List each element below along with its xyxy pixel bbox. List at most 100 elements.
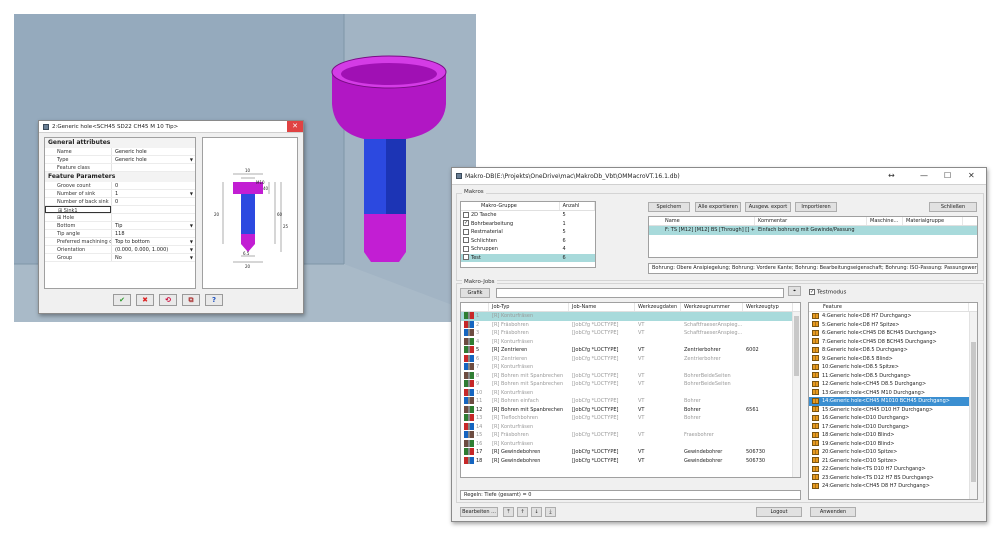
property-value[interactable]: No ▼ — [111, 254, 195, 261]
macro-list[interactable]: Name Kommentar Maschine... Materialgrupp… — [648, 216, 978, 258]
logout-button[interactable]: Logout — [756, 507, 802, 517]
chevron-down-icon[interactable]: ▼ — [190, 238, 193, 245]
feature-list[interactable]: Feature 4:Generic hole<D8 H7 Durchgang> 5… — [808, 302, 978, 500]
reset-button[interactable]: ⟲ — [159, 294, 177, 306]
property-value[interactable]: Tip ▼ — [111, 222, 195, 229]
job-row[interactable]: 6 [R] Zentrieren [JobCfg *LOCTYPE] VT Zentri… — [461, 354, 800, 364]
property-value[interactable]: Top to bottom ▼ — [111, 238, 195, 245]
property-row[interactable]: Name Generic hole — [45, 148, 195, 156]
property-row[interactable]: Type Generic hole ▼ — [45, 156, 195, 164]
ok-button[interactable]: ✔ — [113, 294, 131, 306]
copy-button[interactable]: ⧉ — [182, 294, 200, 306]
job-row[interactable]: 7 [R] Konturfräsen — [461, 363, 800, 372]
col-name[interactable]: Name — [649, 217, 755, 225]
feature-row[interactable]: 12:Generic hole<CH45 D8.5 Durchgang> — [809, 380, 977, 389]
property-row[interactable]: Number of back sink 0 — [45, 198, 195, 206]
property-value[interactable]: 1 ▼ — [111, 190, 195, 197]
col-werkzeugdaten[interactable]: Werkzeugdaten — [635, 303, 681, 311]
feature-row[interactable]: 17:Generic hole<D10 Durchgang> — [809, 423, 977, 432]
feature-row[interactable]: 18:Generic hole<D10 Blind> — [809, 431, 977, 440]
group-checkbox[interactable] — [463, 254, 469, 260]
job-row[interactable]: 10 [R] Konturfräsen — [461, 388, 800, 398]
property-value[interactable] — [111, 206, 195, 213]
hole-dialog[interactable]: 2:Generic hole<SCH45 SD22 CH45 M 10 Tip>… — [38, 120, 304, 314]
feature-row[interactable]: 23:Generic hole<TS D12 H7 BS Durchgang> — [809, 474, 977, 483]
feature-row[interactable]: 10:Generic hole<D8.5 Spitze> — [809, 363, 977, 372]
col-job-typ[interactable]: Job-Typ — [489, 303, 569, 311]
group-checkbox[interactable]: ✓ — [463, 220, 469, 226]
job-row[interactable]: 4 [R] Konturfräsen — [461, 337, 800, 347]
feature-row[interactable]: 20:Generic hole<D10 Spitze> — [809, 448, 977, 457]
col-kommentar[interactable]: Kommentar — [755, 217, 867, 225]
job-row[interactable]: 12 [R] Bohren mit Spanbrechen [JobCfg *LOC… — [461, 405, 800, 415]
property-grid[interactable]: General attributes Name Generic hole Type G… — [44, 137, 196, 289]
group-row[interactable]: 2D Tasche 5 — [461, 211, 595, 220]
feature-row[interactable]: 4:Generic hole<D8 H7 Durchgang> — [809, 312, 977, 321]
hole-dialog-titlebar[interactable]: 2:Generic hole<SCH45 SD22 CH45 M 10 Tip> — [39, 121, 303, 133]
chevron-down-icon[interactable]: ▼ — [190, 190, 193, 197]
makro-group-list[interactable]: Makro-Gruppe Anzahl 2D Tasche 5 ✓ Bohrbearb… — [460, 201, 596, 268]
feature-list-scrollbar[interactable] — [969, 312, 977, 499]
feature-row[interactable]: 15:Generic hole<CH45 D10 H7 Durchgang> — [809, 406, 977, 415]
chevron-down-icon[interactable]: ▼ — [190, 246, 193, 253]
feature-row[interactable]: 14:Generic hole<CH45 M1010 BCH45 Durchga… — [809, 397, 977, 406]
export-selected-button[interactable]: Ausgew. export — [745, 202, 791, 212]
feature-row[interactable]: 9:Generic hole<D8.5 Blind> — [809, 355, 977, 364]
feature-row[interactable]: 24:Generic hole<CH45 D8 H7 Durchgang> — [809, 482, 977, 491]
move-down-icon[interactable]: ↓ — [531, 507, 542, 517]
makro-db-window[interactable]: Makro-DB(E:\Projekts\OneDrive\mac\MakroD… — [451, 167, 987, 522]
job-row[interactable]: 1 [R] Konturfräsen — [461, 312, 800, 321]
save-button[interactable]: Speichern — [648, 202, 690, 212]
group-checkbox[interactable] — [463, 228, 469, 235]
property-value[interactable]: (0.000, 0.000, 1.000) ▼ — [111, 246, 195, 253]
chevron-down-icon[interactable]: ▼ — [190, 254, 193, 261]
property-value[interactable]: 0 — [111, 198, 195, 205]
property-value[interactable]: 0 — [111, 182, 195, 189]
property-row[interactable]: Orientation (0.000, 0.000, 1.000) ▼ — [45, 246, 195, 254]
group-row[interactable]: Test 6 — [461, 253, 595, 262]
export-all-button[interactable]: Alle exportieren — [695, 202, 741, 212]
graph-button[interactable]: Grafik — [460, 288, 490, 298]
job-row[interactable]: 18 [R] Gewindebohren [JobCfg *LOCTYPE] VT Ge… — [461, 456, 800, 466]
group-checkbox[interactable] — [463, 245, 469, 252]
macro-row[interactable]: F: TS [M12] [M12] BS [Through] [] + [...… — [649, 226, 977, 235]
property-row[interactable]: Groove count 0 — [45, 182, 195, 190]
group-checkbox[interactable] — [463, 211, 469, 218]
job-row[interactable]: 5 [R] Zentrieren [JobCfg *LOCTYPE] VT Zentri… — [461, 346, 800, 355]
property-row[interactable]: Number of sink 1 ▼ — [45, 190, 195, 198]
feature-row[interactable]: 13:Generic hole<CH45 M10 Durchgang> — [809, 389, 977, 398]
help-button[interactable]: ? — [205, 294, 223, 306]
job-row[interactable]: 15 [R] Fräsbohren [JobCfg *LOCTYPE] VT Fraes… — [461, 431, 800, 440]
col-werkzeugnummer[interactable]: Werkzeugnummer — [681, 303, 743, 311]
chevron-down-icon[interactable]: ▼ — [190, 156, 193, 163]
job-list[interactable]: Job-Typ Job-Name Werkzeugdaten Werkzeugn… — [460, 302, 801, 478]
makro-titlebar[interactable]: Makro-DB(E:\Projekts\OneDrive\mac\MakroD… — [452, 168, 986, 185]
feature-row[interactable]: 5:Generic hole<D8 H7 Spitze> — [809, 321, 977, 330]
job-row[interactable]: 14 [R] Konturfräsen — [461, 422, 800, 432]
job-row[interactable]: 16 [R] Konturfräsen — [461, 439, 800, 449]
job-list-scrollbar[interactable] — [792, 312, 800, 477]
job-row[interactable]: 8 [R] Bohren mit Spanbrechen [JobCfg *LOCT… — [461, 371, 800, 381]
job-row[interactable]: 11 [R] Bohren einfach [JobCfg *LOCTYPE] VT B… — [461, 397, 800, 406]
edit-button[interactable]: Bearbeiten ... — [460, 507, 498, 517]
group-row[interactable]: Schlichten 6 — [461, 237, 595, 246]
chevron-down-icon[interactable]: ▼ — [190, 222, 193, 229]
group-row[interactable]: Restmaterial 5 — [461, 228, 595, 237]
rule-text-field[interactable]: Bohrung: Obere Ansipiegelung; Bohrung: V… — [648, 263, 978, 274]
apply-button[interactable]: Anwenden — [810, 507, 856, 517]
property-row[interactable]: Group No ▼ — [45, 254, 195, 262]
group-checkbox[interactable] — [463, 237, 469, 243]
property-row[interactable]: Tip angle 118 — [45, 230, 195, 238]
testmode-check[interactable]: ✓ — [809, 289, 815, 295]
job-row[interactable]: 2 [R] Fräsbohren [JobCfg *LOCTYPE] VT Schaft… — [461, 320, 800, 330]
feature-row[interactable]: 7:Generic hole<CH45 D8 BCH45 Durchgang> — [809, 338, 977, 347]
feature-row[interactable]: 8:Generic hole<D8.5 Durchgang> — [809, 346, 977, 355]
pin-icon[interactable]: ⌖ — [788, 286, 801, 296]
import-button[interactable]: Importieren — [795, 202, 837, 212]
cancel-button[interactable]: ✖ — [136, 294, 154, 306]
job-row[interactable]: 13 [R] Tieflochbohren [JobCfg *LOCTYPE] VT B… — [461, 414, 800, 423]
property-row[interactable]: ⊞ Sink1 — [45, 206, 195, 214]
feature-row[interactable]: 22:Generic hole<TS D10 H7 Durchgang> — [809, 465, 977, 474]
property-value[interactable] — [111, 214, 195, 221]
close-icon[interactable]: ✕ — [968, 171, 975, 180]
